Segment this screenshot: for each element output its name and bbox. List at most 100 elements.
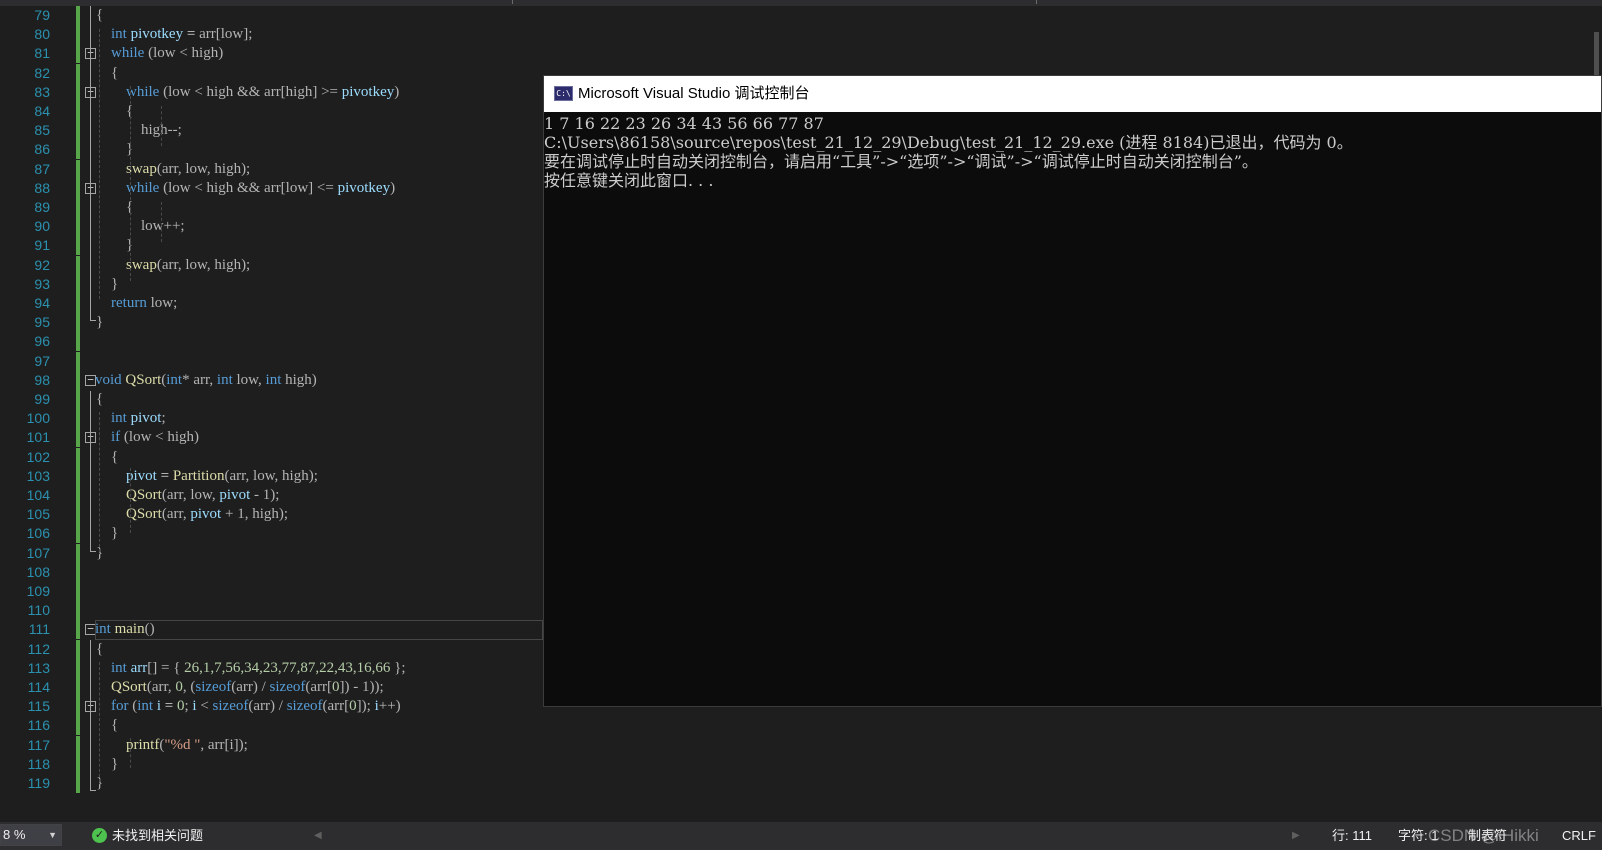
change-marker — [76, 735, 80, 755]
change-marker — [76, 63, 80, 83]
indent-guide — [99, 412, 100, 552]
change-marker — [76, 140, 80, 160]
change-marker — [76, 774, 80, 793]
debug-console-window[interactable]: C:\ Microsoft Visual Studio 调试控制台 1 7 16… — [543, 75, 1602, 707]
code-line[interactable]: 80 int pivotkey = arr[low]; — [0, 25, 1602, 45]
fold-outline — [90, 6, 91, 321]
line-number: 91 — [34, 237, 50, 254]
code-text: if (low < high) — [111, 429, 200, 446]
watermark: CSDN @iHikki — [1428, 826, 1539, 845]
status-bar: 8 % ▼ ✓ 未找到相关问题 ◀ ▶ 行: 111 字符: 1 制表符 CRLF… — [0, 822, 1602, 850]
indent-guide — [161, 202, 162, 242]
console-line: C:\Users\86158\source\repos\test_21_12_2… — [544, 133, 1353, 152]
check-circle-icon[interactable]: ✓ — [92, 828, 107, 843]
change-marker — [76, 716, 80, 736]
console-line: 按任意键关闭此窗口. . . — [544, 171, 714, 190]
change-marker — [76, 255, 80, 275]
line-number: 100 — [26, 410, 50, 427]
change-marker — [76, 754, 80, 774]
line-number: 82 — [34, 64, 50, 81]
line-number: 96 — [34, 333, 50, 350]
line-number: 88 — [34, 179, 50, 196]
indent-guide — [130, 86, 131, 281]
code-text: high--; — [141, 122, 182, 139]
fold-outline — [90, 551, 96, 552]
chevron-down-icon: ▼ — [48, 830, 57, 840]
change-marker — [76, 217, 80, 237]
line-number: 80 — [34, 26, 50, 43]
line-number: 81 — [34, 45, 50, 62]
scroll-left-icon[interactable]: ◀ — [314, 822, 322, 850]
change-marker — [76, 409, 80, 429]
change-marker — [76, 639, 80, 659]
cursor-row[interactable]: 行: 111 — [1332, 822, 1372, 850]
change-marker — [76, 658, 80, 678]
change-marker — [76, 370, 80, 390]
zoom-value: 8 % — [3, 827, 26, 842]
line-number: 103 — [26, 467, 50, 484]
line-number: 119 — [27, 775, 50, 791]
fold-outline — [90, 790, 96, 791]
change-marker — [76, 294, 80, 313]
indent-guide — [99, 29, 100, 299]
code-text: { — [96, 7, 104, 23]
line-number: 98 — [34, 371, 50, 388]
line-number: 86 — [34, 141, 50, 158]
code-line[interactable]: 117 printf("%d ", arr[i]); — [0, 735, 1602, 755]
change-marker — [76, 25, 80, 45]
change-marker — [76, 582, 80, 601]
change-marker — [76, 562, 80, 582]
fold-outline — [90, 391, 91, 551]
code-line[interactable]: 116 { — [0, 716, 1602, 736]
code-line[interactable]: 118 } — [0, 754, 1602, 774]
code-text: } — [126, 237, 134, 254]
code-text: { — [96, 391, 104, 407]
change-marker — [76, 601, 80, 621]
change-marker — [76, 447, 80, 467]
code-text: int pivot; — [111, 410, 166, 427]
line-number: 116 — [27, 717, 50, 734]
zoom-dropdown[interactable]: 8 % ▼ — [0, 824, 62, 846]
change-marker — [76, 313, 80, 333]
console-line: 1 7 16 22 23 26 34 43 56 66 77 87 — [544, 114, 824, 133]
code-text: printf("%d ", arr[i]); — [126, 736, 248, 753]
scroll-right-icon[interactable]: ▶ — [1292, 822, 1300, 850]
code-line[interactable]: 81− while (low < high) — [0, 44, 1602, 64]
console-titlebar[interactable]: C:\ Microsoft Visual Studio 调试控制台 — [544, 76, 1601, 112]
line-number: 83 — [34, 83, 50, 100]
issues-status[interactable]: 未找到相关问题 — [112, 822, 203, 850]
code-text: QSort(arr, low, pivot - 1); — [126, 487, 280, 503]
change-marker — [76, 486, 80, 505]
code-text: } — [126, 141, 134, 158]
code-text: return low; — [111, 295, 178, 311]
line-number: 92 — [34, 256, 50, 273]
code-line[interactable]: 119} — [0, 774, 1602, 793]
change-marker — [76, 428, 80, 448]
change-marker — [76, 159, 80, 179]
line-ending[interactable]: CRLF — [1562, 822, 1596, 850]
console-line: 要在调试停止时自动关闭控制台，请启用“工具”->“选项”->“调试”->“调试停… — [544, 152, 1258, 171]
line-number: 87 — [34, 160, 50, 177]
code-text: int pivotkey = arr[low]; — [111, 26, 253, 43]
indent-guide — [130, 468, 131, 533]
code-text: { — [96, 640, 104, 657]
change-marker — [76, 274, 80, 294]
line-number: 118 — [27, 755, 50, 772]
change-marker — [76, 678, 80, 697]
line-number: 115 — [27, 698, 50, 715]
code-text: while (low < high) — [111, 45, 224, 62]
line-number: 97 — [34, 352, 50, 369]
indent-guide — [99, 662, 100, 782]
change-marker — [76, 466, 80, 486]
line-number: 110 — [27, 602, 50, 619]
current-line-highlight — [95, 620, 543, 640]
code-text: } — [96, 314, 104, 331]
code-text: swap(arr, low, high); — [126, 160, 251, 177]
line-number: 84 — [34, 103, 50, 119]
line-number: 93 — [34, 275, 50, 292]
line-number: 89 — [34, 199, 50, 215]
console-output: 1 7 16 22 23 26 34 43 56 66 77 87 C:\Use… — [544, 114, 1601, 190]
code-line[interactable]: 79 { — [0, 6, 1602, 25]
tab-divider — [512, 0, 513, 4]
change-marker — [76, 505, 80, 525]
